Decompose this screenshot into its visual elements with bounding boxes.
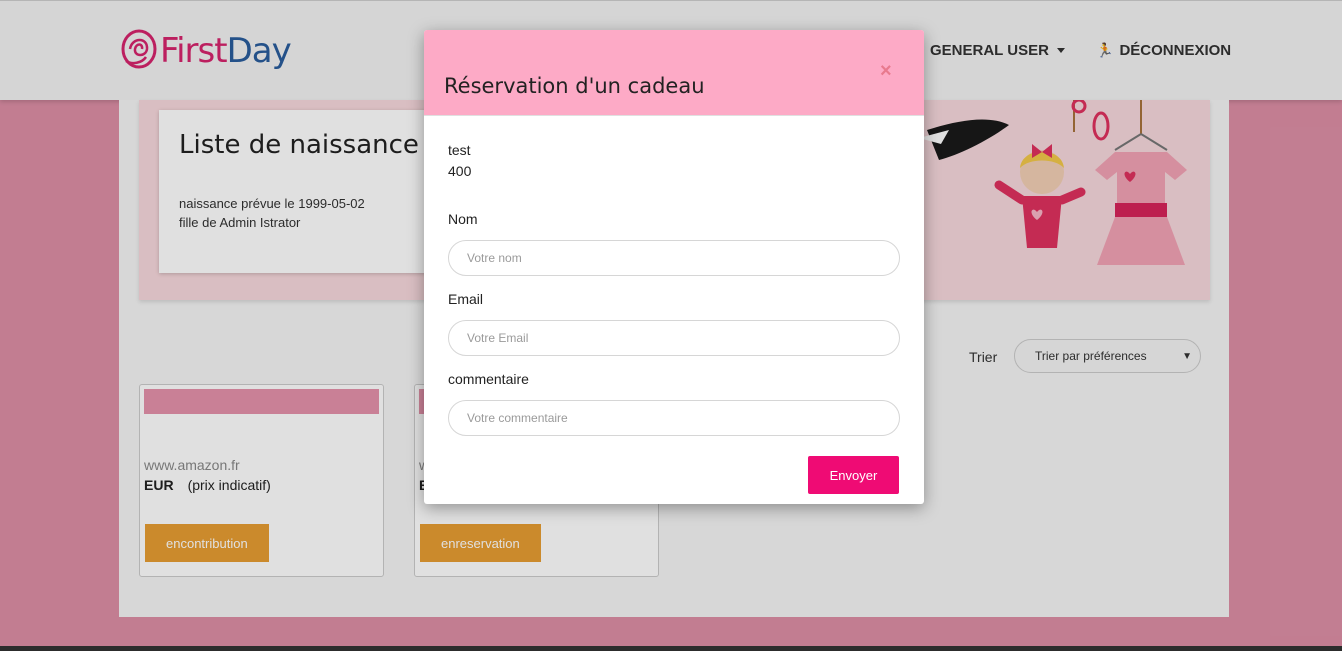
name-label: Nom xyxy=(448,211,478,227)
gift-reservation-modal: Réservation d'un cadeau × test 400 Nom E… xyxy=(424,30,924,504)
name-input[interactable] xyxy=(448,240,900,276)
gift-name: test xyxy=(448,142,471,158)
modal-header: Réservation d'un cadeau × xyxy=(424,30,924,116)
email-input[interactable] xyxy=(448,320,900,356)
email-label: Email xyxy=(448,291,484,307)
gift-amount: 400 xyxy=(448,163,472,179)
close-icon[interactable]: × xyxy=(880,60,892,83)
modal-title: Réservation d'un cadeau xyxy=(444,74,705,98)
comment-label: commentaire xyxy=(448,371,529,387)
submit-button[interactable]: Envoyer xyxy=(808,456,899,494)
comment-input[interactable] xyxy=(448,400,900,436)
